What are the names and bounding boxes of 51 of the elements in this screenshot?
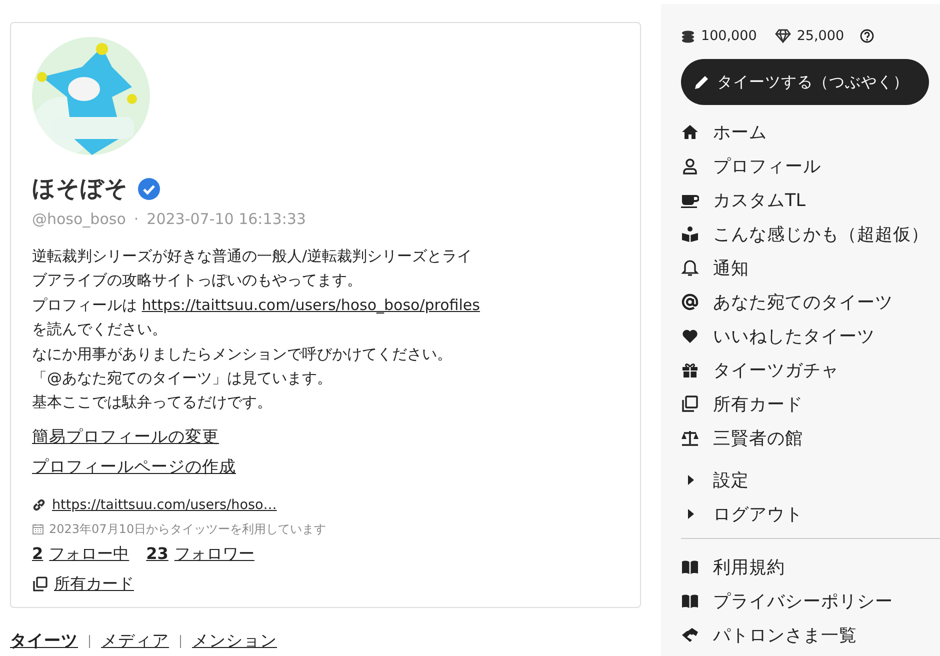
menu-item[interactable]: こんな感じかも（超超仮） [681,217,929,251]
gift-icon [681,361,699,379]
tab[interactable]: メンション [192,630,277,652]
menu-item[interactable]: 通知 [681,251,749,285]
scales-icon [681,429,699,447]
menu-item[interactable]: 所有カード [681,387,803,421]
post-button[interactable]: タイーツする（つぶやく） [681,59,929,105]
person-icon [681,157,699,175]
diamond-icon [774,29,791,43]
help-icon[interactable] [860,29,874,43]
heart-icon [681,327,699,345]
home-icon [681,123,699,141]
bio-text: 逆転裁判シリーズが好きな普通の一般人/逆転裁判シリーズとライ ブアライブの攻略サイトっぽいのもやってます。 プロフィールは https://taittsuu.com/users/hoso_boso/profiles を読んでください。 なにか用事がありましたらメンションで呼びかけてください。 「@あなた宛てのタイーツ」は見ています。 基本ここでは駄弁ってるだけです。 [32,246,481,414]
user-name: ほそぼそ [32,175,128,204]
tab[interactable]: メディア [101,630,169,652]
action-link[interactable]: プロフィールページの作成 [32,456,236,478]
joined-date: 2023年07月10日からタイッツーを利用しています [49,520,326,538]
menu-item[interactable]: プライバシーポリシー [681,584,893,618]
menu-item[interactable]: タイーツガチャ [681,353,839,387]
tab[interactable]: タイーツ [10,630,78,652]
menu-item[interactable]: 三賢者の館 [681,421,803,455]
menu-item[interactable]: 設定 [681,463,749,497]
menu-item[interactable]: 利用規約 [681,550,785,584]
user-handle: @hoso_boso [32,210,126,228]
website-link[interactable]: https://taittsuu.com/users/hoso… [52,496,277,513]
profile-link[interactable]: https://taittsuu.com/users/hoso_boso/profiles [142,296,480,314]
menu-item[interactable]: ログアウト [681,497,803,531]
menu-item[interactable]: カスタムTL [681,183,806,217]
separator-dot: · [134,210,139,228]
gem-balance: 25,000 [796,28,844,44]
book-icon [681,592,699,610]
pencil-icon [693,74,710,90]
menu-item[interactable]: あなた宛てのタイーツ [681,285,893,319]
coins-icon [681,30,695,42]
menu-item[interactable]: パトロンさま一覧 [681,618,857,652]
book-icon [681,558,699,576]
reader-icon [681,225,699,243]
calendar-icon [32,523,44,536]
at-icon [681,293,699,311]
menu-item[interactable]: プロフィール [681,149,821,183]
caret-icon [687,509,695,519]
coin-balance: 100,000 [701,28,757,44]
created-date: 2023-07-10 16:13:33 [146,210,306,228]
action-link[interactable]: 簡易プロフィールの変更 [32,426,219,448]
caret-icon [687,475,695,485]
cards-icon [681,395,699,413]
menu-item[interactable]: ホーム [681,115,767,149]
menu-item[interactable]: いいねしたタイーツ [681,319,875,353]
cards-icon [32,576,48,592]
bell-icon [681,259,699,277]
link-icon [32,498,46,512]
